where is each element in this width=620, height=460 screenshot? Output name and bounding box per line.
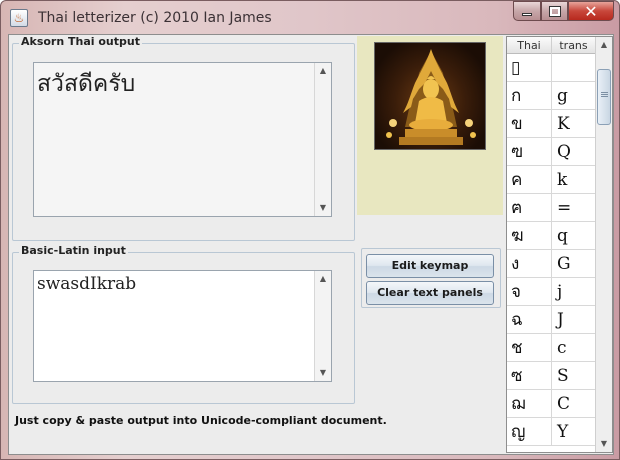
trans-cell[interactable]: K (552, 110, 596, 138)
output-group: Aksorn Thai output สวัสดีครับ ▲ ▼ (12, 35, 355, 241)
table-row[interactable]: ฌC (507, 390, 596, 418)
minimize-button[interactable] (513, 1, 541, 21)
thai-cell[interactable]: ช (507, 334, 552, 362)
input-group-title: Basic-Latin input (19, 244, 128, 257)
trans-cell[interactable]: c (552, 334, 596, 362)
table-row[interactable]: ▯ (507, 54, 596, 82)
thai-output-text: สวัสดีครับ (37, 71, 136, 97)
maximize-icon (548, 5, 561, 17)
table-row[interactable]: ซS (507, 362, 596, 390)
thai-output-textarea[interactable]: สวัสดีครับ ▲ ▼ (33, 62, 332, 217)
scroll-up-icon[interactable]: ▲ (315, 63, 331, 79)
column-header-thai[interactable]: Thai (507, 37, 552, 54)
clear-text-panels-button[interactable]: Clear text panels (366, 281, 494, 305)
thai-cell[interactable]: ข (507, 110, 552, 138)
table-row[interactable]: ฃQ (507, 138, 596, 166)
status-text: Just copy & paste output into Unicode-co… (15, 414, 387, 427)
client-area: Aksorn Thai output สวัสดีครับ ▲ ▼ Basic-… (8, 34, 614, 455)
thai-cell[interactable]: จ (507, 278, 552, 306)
caption-buttons: ✕ (513, 1, 614, 21)
table-row[interactable]: ชc (507, 334, 596, 362)
grip-icon (601, 92, 608, 93)
table-row[interactable]: คk (507, 166, 596, 194)
thai-cell[interactable]: ฌ (507, 390, 552, 418)
table-scrollbar[interactable]: ▲ ▼ (595, 37, 612, 452)
close-icon: ✕ (584, 1, 598, 21)
thai-cell[interactable]: ก (507, 82, 552, 110)
java-app-icon[interactable]: ♨ (10, 9, 28, 27)
output-scrollbar[interactable]: ▲ ▼ (314, 63, 331, 216)
buddha-image (374, 42, 486, 150)
thai-cell[interactable]: ฃ (507, 138, 552, 166)
close-button[interactable]: ✕ (568, 1, 614, 21)
trans-cell[interactable]: Y (552, 418, 596, 446)
table-row[interactable]: ญY (507, 418, 596, 446)
trans-cell[interactable]: g (552, 82, 596, 110)
trans-cell[interactable]: Q (552, 138, 596, 166)
trans-cell[interactable]: C (552, 390, 596, 418)
column-header-trans[interactable]: trans (552, 37, 596, 54)
thai-cell[interactable]: ฅ (507, 194, 552, 222)
trans-cell[interactable]: G (552, 250, 596, 278)
trans-cell[interactable] (552, 54, 596, 82)
table-row[interactable]: จj (507, 278, 596, 306)
latin-input-text: swasdIkrab (37, 274, 137, 294)
minimize-icon (522, 12, 532, 16)
thai-cell[interactable]: ฉ (507, 306, 552, 334)
output-group-title: Aksorn Thai output (19, 35, 142, 48)
keymap-table[interactable]: Thai trans ▯ กg ขK ฃQ คk ฅ = ฆq งG จj ฉJ … (506, 36, 613, 453)
latin-input-textarea[interactable]: swasdIkrab ▲ ▼ (33, 270, 332, 382)
input-scrollbar[interactable]: ▲ ▼ (314, 271, 331, 381)
window-title: Thai letterizer (c) 2010 Ian James (38, 10, 272, 26)
table-row[interactable]: กg (507, 82, 596, 110)
table-row[interactable]: ฉJ (507, 306, 596, 334)
scroll-down-icon[interactable]: ▼ (315, 365, 331, 381)
table-row[interactable]: งG (507, 250, 596, 278)
trans-cell[interactable]: q (552, 222, 596, 250)
scroll-up-icon[interactable]: ▲ (596, 37, 612, 53)
thai-cell[interactable]: ญ (507, 418, 552, 446)
trans-cell[interactable]: = (552, 194, 596, 222)
thai-cell[interactable]: ค (507, 166, 552, 194)
table-rows: ▯ กg ขK ฃQ คk ฅ = ฆq งG จj ฉJ ชc ซS ฌC ญY (507, 54, 596, 446)
trans-cell[interactable]: S (552, 362, 596, 390)
title-bar[interactable]: ♨ Thai letterizer (c) 2010 Ian James ✕ (1, 1, 619, 35)
image-panel (357, 36, 503, 215)
thai-cell[interactable]: ง (507, 250, 552, 278)
edit-keymap-button[interactable]: Edit keymap (366, 254, 494, 278)
table-row[interactable]: ฆq (507, 222, 596, 250)
thai-cell[interactable]: ซ (507, 362, 552, 390)
scroll-down-icon[interactable]: ▼ (596, 436, 612, 452)
input-group: Basic-Latin input swasdIkrab ▲ ▼ (12, 244, 355, 404)
scroll-down-icon[interactable]: ▼ (315, 200, 331, 216)
app-window: ♨ Thai letterizer (c) 2010 Ian James ✕ A… (0, 0, 620, 460)
scrollbar-thumb[interactable] (597, 69, 611, 125)
table-row[interactable]: ขK (507, 110, 596, 138)
table-row[interactable]: ฅ = (507, 194, 596, 222)
table-header: Thai trans (507, 37, 596, 54)
thai-cell[interactable]: ฆ (507, 222, 552, 250)
maximize-button[interactable] (541, 1, 568, 21)
trans-cell[interactable]: j (552, 278, 596, 306)
thai-cell[interactable]: ▯ (507, 54, 552, 82)
trans-cell[interactable]: J (552, 306, 596, 334)
trans-cell[interactable]: k (552, 166, 596, 194)
scroll-up-icon[interactable]: ▲ (315, 271, 331, 287)
buddha-illustration (386, 49, 476, 145)
